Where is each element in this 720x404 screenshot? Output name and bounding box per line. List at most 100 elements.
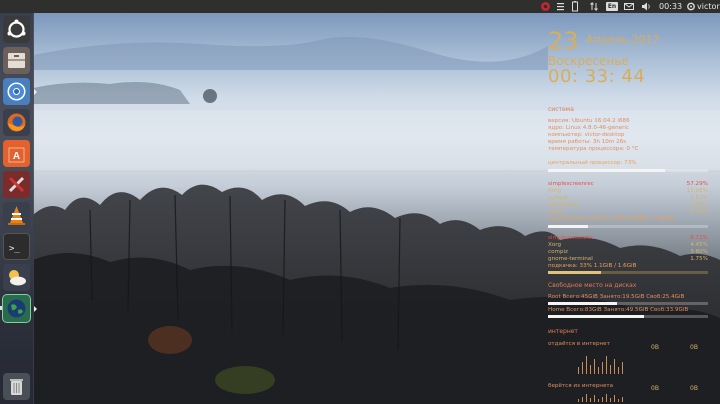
upload-total: 0B	[690, 344, 698, 351]
download-label: берётся из интернета	[548, 383, 614, 389]
network-graph-tick	[622, 361, 623, 374]
chromium-icon	[7, 82, 26, 101]
cpu-process-row: compiz 2.51%	[548, 195, 708, 202]
cpu-usage-label: центральный процессор: 73%	[548, 160, 637, 166]
ram-usage-bar	[548, 225, 708, 228]
trash-launcher-button[interactable]	[3, 373, 30, 400]
upload-rate: 0B	[651, 344, 659, 351]
process-value: 57.29%	[686, 181, 708, 187]
ram-process-row: gnome-terminal 1.75%	[548, 256, 708, 263]
conky-clock: 00: 33: 44	[548, 66, 646, 87]
network-graph-tick	[614, 395, 615, 402]
upload-label: отдаётся в интернет	[548, 341, 610, 347]
process-value: 8.71%	[690, 235, 708, 241]
globe-app-launcher-button[interactable]	[0, 295, 37, 322]
unity-launcher: A >_	[0, 13, 37, 404]
ubuntu-dash-button[interactable]	[3, 16, 30, 43]
cpu-process-row: pulseaudio 1.51%	[548, 202, 708, 209]
ram-usage-label: оперативная память: 25% 504MB / 1.96GiB	[548, 216, 674, 222]
network-graph-tick	[594, 359, 595, 374]
process-name: gnome-terminal	[548, 256, 593, 262]
network-graph-tick	[586, 356, 587, 374]
file-cabinet-icon	[8, 53, 25, 68]
process-value: 11.06%	[686, 188, 708, 194]
disk-heading: Свободное место на дисках	[548, 282, 637, 289]
active-window-arrow	[34, 89, 37, 95]
process-name: pulseaudio	[548, 202, 579, 208]
cpu-process-row: Xorg 11.06%	[548, 188, 708, 195]
globe-icon	[7, 299, 26, 318]
swap-usage-bar	[548, 271, 708, 274]
ram-process-row: simplescreenrec 8.71%	[548, 235, 708, 242]
date-month-year: Апрель 2017	[586, 33, 660, 46]
home-disk-bar-fill	[548, 315, 644, 318]
cpu-temperature: температура процессора: 0 °C	[548, 146, 639, 152]
network-heading: интернет	[548, 328, 578, 335]
shopping-bag-icon: A	[8, 147, 25, 163]
chromium-launcher-button[interactable]	[3, 78, 37, 105]
network-graph-tick	[598, 399, 599, 402]
os-version: версия: Ubuntu 16.04.2 i686	[548, 118, 630, 124]
home-disk-label: Home Всего:83GiB Занято:49.5GiB Своб:33.…	[548, 307, 689, 313]
process-name: compiz	[548, 195, 568, 201]
network-graph-tick	[578, 367, 579, 374]
network-graph-tick	[614, 359, 615, 374]
process-value: 4.45%	[690, 242, 708, 248]
files-launcher-button[interactable]	[3, 47, 30, 74]
svg-text:>_: >_	[9, 244, 20, 254]
cpu-process-row: conky 0.00%	[548, 209, 708, 216]
kernel-version: ядро: Linux 4.8.0-46-generic	[548, 125, 630, 131]
network-graph-tick	[598, 367, 599, 374]
ram-process-row: Xorg 4.45%	[548, 242, 708, 249]
ram-usage-bar-fill	[548, 225, 588, 228]
process-name: simplescreenrec	[548, 181, 594, 187]
network-graph-tick	[618, 399, 619, 402]
process-name: simplescreenrec	[548, 235, 594, 241]
process-value: 0.00%	[690, 209, 708, 215]
vlc-launcher-button[interactable]	[3, 202, 30, 229]
network-graph-tick	[618, 367, 619, 374]
traffic-cone-icon	[8, 206, 25, 225]
network-graph-tick	[602, 361, 603, 374]
network-graph-tick	[610, 364, 611, 374]
process-name: compiz	[548, 249, 568, 255]
download-total: 0B	[690, 385, 698, 392]
root-disk-bar-fill	[548, 302, 617, 305]
date-day: 23	[548, 27, 579, 55]
root-disk-bar	[548, 302, 708, 305]
upload-graph	[548, 352, 708, 374]
sun-cloud-icon	[9, 270, 26, 286]
network-graph-tick	[586, 394, 587, 402]
process-name: Xorg	[548, 188, 562, 194]
tools-icon	[8, 176, 25, 193]
terminal-launcher-button[interactable]: >_	[3, 233, 30, 260]
swap-usage-label: подкачка: 33% 1.1GiB / 1.6GiB	[548, 263, 637, 269]
firefox-launcher-button[interactable]	[3, 109, 30, 136]
network-graph-tick	[578, 399, 579, 402]
network-graph-tick	[622, 396, 623, 402]
conky-system-monitor: 23 Апрель 2017 Воскресенье 00: 33: 44 си…	[548, 0, 720, 404]
network-graph-tick	[590, 397, 591, 402]
network-graph-tick	[590, 364, 591, 374]
cpu-usage-bar-fill	[548, 169, 665, 172]
home-disk-bar	[548, 315, 708, 318]
process-value: 2.51%	[690, 195, 708, 201]
software-center-launcher-button[interactable]: A	[3, 140, 30, 167]
system-heading: система	[548, 106, 574, 113]
system-settings-launcher-button[interactable]	[3, 171, 30, 198]
process-value: 1.51%	[690, 202, 708, 208]
hostname: компьютер: victor-desktop	[548, 132, 625, 138]
running-indicator	[0, 306, 2, 310]
download-graph	[548, 392, 708, 402]
network-graph-tick	[582, 396, 583, 402]
uptime: время работы: 3h 10m 26s	[548, 139, 627, 145]
download-rate: 0B	[651, 385, 659, 392]
network-graph-tick	[582, 361, 583, 374]
ubuntu-logo-icon	[7, 19, 26, 38]
network-graph-tick	[606, 356, 607, 374]
weather-launcher-button[interactable]	[3, 264, 30, 291]
root-disk-label: Root Всего:45GiB Занято:19.5GiB Своб:25.…	[548, 294, 685, 300]
process-name: Xorg	[548, 242, 562, 248]
terminal-icon: >_	[9, 244, 20, 254]
network-graph-tick	[602, 396, 603, 402]
